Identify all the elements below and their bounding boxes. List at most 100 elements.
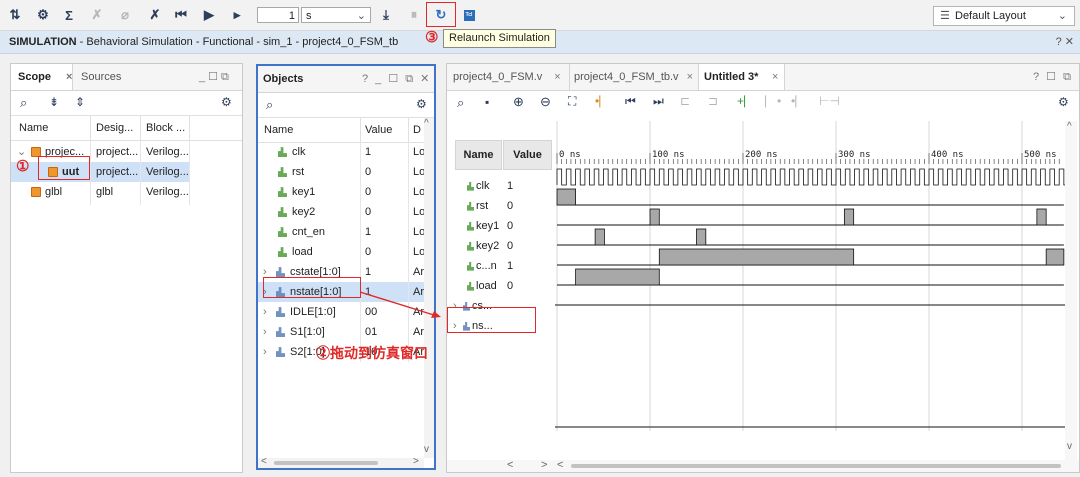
waveform-canvas[interactable]: 0 ns 100 ns 200 ns 300 ns 400 ns 500 ns	[555, 121, 1065, 465]
restart-icon[interactable]: ⏮	[172, 6, 190, 24]
wave-signal-row[interactable]: load 0	[451, 276, 551, 296]
objects-hscroll[interactable]: < >	[258, 456, 424, 468]
col-design[interactable]: Desig...	[96, 122, 133, 134]
wave-signal-row[interactable]: rst 0	[451, 196, 551, 216]
wave-name-header[interactable]: Name	[455, 140, 502, 170]
object-type: Ar	[413, 326, 424, 338]
zoom-out-icon[interactable]: ⊖	[540, 94, 551, 110]
tab-fsm-v[interactable]: project4_0_FSM.v ×	[453, 64, 561, 90]
hscroll-thumb[interactable]	[274, 461, 378, 465]
wave-pulse	[1045, 248, 1065, 266]
search-icon[interactable]: ⌕	[457, 95, 464, 111]
wave-window-controls[interactable]: ? ☐ ⧉	[1033, 64, 1073, 90]
objects-title: Objects	[263, 73, 304, 85]
gear-icon[interactable]: ⚙	[34, 6, 52, 24]
run-time-input[interactable]: 1	[257, 7, 299, 23]
wave-hscroll-thumb[interactable]	[571, 464, 1061, 468]
go-to-cursor-icon[interactable]: •⎸	[595, 94, 611, 109]
run-all-icon[interactable]: ▶	[200, 6, 218, 24]
chevron-left-icon[interactable]: <	[557, 459, 563, 471]
object-row[interactable]: cnt_en 1 Lo	[258, 222, 425, 242]
scope-row-glbl[interactable]: glbl glbl Verilog...	[11, 182, 242, 202]
wave-value-header[interactable]: Value	[503, 140, 552, 170]
layout-icon: ☰	[940, 10, 950, 22]
chevron-left-icon[interactable]: <	[261, 456, 267, 467]
go-to-start-icon[interactable]: ⏮	[625, 94, 636, 109]
close-icon[interactable]: ×	[772, 64, 778, 90]
settings-toggle-icon[interactable]: ⇅	[6, 6, 24, 24]
wave-signal-row[interactable]: key2 0	[451, 236, 551, 256]
object-row[interactable]: clk 1 Lo	[258, 142, 425, 162]
col-name[interactable]: Name	[264, 124, 293, 136]
tab-scope[interactable]: Scope ×	[11, 64, 73, 90]
gear-icon[interactable]: ⚙	[1058, 95, 1069, 109]
expand-all-icon[interactable]: ⇕	[75, 95, 85, 109]
wave-pulse	[1036, 208, 1047, 226]
time-label: 0 ns	[559, 150, 581, 160]
wave-hscroll[interactable]: < > <	[447, 459, 1079, 472]
layout-select[interactable]: ☰ Default Layout ⌄	[933, 6, 1075, 26]
tcl-icon[interactable]: Tcl	[460, 6, 478, 24]
close-icon[interactable]: ×	[687, 71, 693, 83]
prev-transition-icon[interactable]: ⊏	[680, 94, 690, 108]
chevron-right-icon[interactable]: ›	[263, 322, 267, 342]
chevron-up-icon[interactable]: ^	[1067, 121, 1072, 132]
object-row[interactable]: rst 0 Lo	[258, 162, 425, 182]
object-row[interactable]: key2 0 Lo	[258, 202, 425, 222]
step-icon[interactable]: ⤓	[377, 6, 395, 24]
swap-cursors-icon[interactable]: ⊢⊣	[819, 94, 840, 108]
run-unit-select[interactable]: s ⌄	[301, 7, 371, 23]
chevron-right-icon[interactable]: ›	[263, 342, 267, 362]
chevron-right-icon[interactable]: ›	[263, 302, 267, 322]
zoom-in-icon[interactable]: ⊕	[513, 94, 524, 110]
zoom-fit-icon[interactable]: ⛶	[568, 94, 576, 109]
col-name[interactable]: Name	[19, 122, 48, 134]
wave-vscroll[interactable]: ^ v	[1065, 121, 1077, 461]
wave-signal-row[interactable]: clk 1	[451, 176, 551, 196]
save-icon[interactable]: ▪	[485, 95, 489, 109]
sim-help-close[interactable]: ? ✕	[1056, 31, 1074, 53]
disabled-tool-icon[interactable]: ✗	[88, 6, 106, 24]
chevron-right-icon[interactable]: >	[541, 459, 547, 471]
collapse-all-icon[interactable]: ⇟	[49, 95, 59, 109]
object-row[interactable]: key1 0 Lo	[258, 182, 425, 202]
col-value[interactable]: Value	[365, 124, 392, 136]
next-transition-icon[interactable]: ⊐	[708, 94, 718, 108]
close-icon[interactable]: ×	[66, 64, 72, 90]
col-data-type[interactable]: D	[413, 124, 421, 136]
gear-icon[interactable]: ⚙	[221, 95, 232, 109]
object-row[interactable]: › S1[1:0] 01 Ar	[258, 322, 424, 342]
search-icon[interactable]: ⌕	[266, 97, 273, 113]
wave-signal-row[interactable]: c...n 1	[451, 256, 551, 276]
tab-label: project4_0_FSM.v	[453, 71, 543, 83]
disabled-tool-icon-2[interactable]: ⌀	[116, 6, 134, 24]
signal-icon	[278, 207, 287, 218]
pause-icon[interactable]: ⏸	[405, 6, 423, 24]
chevron-down-icon[interactable]: v	[424, 444, 429, 455]
prev-marker-icon[interactable]: ⎸•	[765, 94, 781, 109]
scope-window-controls[interactable]: _☐⧉	[199, 64, 232, 90]
chevron-right-icon[interactable]: >	[413, 456, 419, 467]
go-to-end-icon[interactable]: ⏭	[653, 94, 664, 109]
col-block[interactable]: Block ...	[146, 122, 185, 134]
sigma-icon[interactable]: Σ	[60, 6, 78, 24]
tab-fsm-tb-v[interactable]: project4_0_FSM_tb.v ×	[569, 64, 693, 90]
objects-window-controls[interactable]: ? _ ☐ ⧉ ✕	[362, 66, 431, 92]
search-icon[interactable]: ⌕	[20, 95, 27, 111]
break-icon[interactable]: ✗	[146, 6, 164, 24]
module-icon	[31, 187, 41, 198]
chevron-left-icon[interactable]: <	[507, 459, 513, 471]
wave-signal-name: key2	[476, 240, 500, 252]
next-marker-icon[interactable]: •⎸	[791, 94, 807, 109]
chevron-down-icon[interactable]: v	[1067, 441, 1072, 452]
wave-signal-row[interactable]: key1 0	[451, 216, 551, 236]
run-for-icon[interactable]: ▸	[228, 6, 246, 24]
gear-icon[interactable]: ⚙	[416, 97, 427, 111]
tab-untitled-3[interactable]: Untitled 3* ×	[698, 64, 785, 90]
add-marker-icon[interactable]: +⎸	[737, 94, 756, 109]
close-icon[interactable]: ×	[554, 71, 560, 83]
chevron-up-icon[interactable]: ^	[424, 118, 429, 129]
tab-sources[interactable]: Sources	[81, 64, 121, 90]
scope-row-block: Verilog...	[146, 166, 189, 178]
object-row[interactable]: load 0 Lo	[258, 242, 425, 262]
